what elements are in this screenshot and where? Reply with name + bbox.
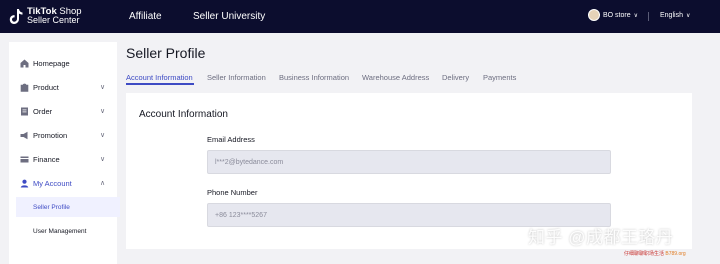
chevron-down-icon: ∨: [633, 12, 639, 19]
email-field[interactable]: l***2@bytedance.com: [207, 150, 611, 174]
tab-business-information[interactable]: Business Information: [279, 73, 349, 82]
product-icon: [20, 83, 29, 92]
watermark-source-orange: B789.org: [665, 251, 686, 257]
email-label: Email Address: [207, 135, 255, 144]
tab-warehouse-address[interactable]: Warehouse Address: [362, 73, 429, 82]
page-title: Seller Profile: [126, 45, 206, 61]
tiktok-shop-logo[interactable]: TikTok Shop Seller Center: [9, 7, 82, 25]
sidebar-item-finance[interactable]: Finance ∨: [9, 149, 117, 169]
tiktok-logo-icon: [9, 8, 23, 24]
watermark-source-red: 仔细聊聊职场生活: [624, 251, 665, 257]
chevron-down-icon: ∨: [100, 156, 106, 163]
sidebar-item-label: Order: [33, 106, 53, 116]
sidebar-item-label: My Account: [33, 178, 72, 188]
top-navigation-bar: TikTok Shop Seller Center Affiliate Sell…: [0, 0, 720, 33]
header-divider: [648, 12, 649, 21]
promotion-icon: [20, 131, 28, 139]
tab-seller-information[interactable]: Seller Information: [207, 73, 266, 82]
card-title: Account Information: [139, 109, 228, 120]
finance-icon: [20, 156, 29, 162]
chevron-down-icon: ∨: [100, 108, 106, 115]
chevron-down-icon: ∨: [100, 84, 106, 91]
active-tab-indicator: [126, 83, 194, 85]
watermark-text: 知乎 @成都王珞丹: [528, 228, 674, 247]
tab-account-information[interactable]: Account Information: [126, 73, 193, 82]
chevron-up-icon: ∧: [100, 180, 106, 187]
watermark-source: 仔细聊聊职场生活 B789.org: [624, 250, 686, 257]
tab-delivery[interactable]: Delivery: [442, 73, 469, 82]
home-icon: [20, 59, 29, 67]
account-icon: [20, 179, 29, 187]
order-icon: [21, 107, 28, 115]
store-switcher[interactable]: BO store ∨: [588, 9, 638, 21]
sidebar-item-label: Finance: [33, 154, 60, 164]
store-name: BO store: [603, 11, 631, 19]
nav-seller-university-link[interactable]: Seller University: [193, 11, 265, 22]
sidebar-item-promotion[interactable]: Promotion ∨: [9, 125, 117, 145]
sidebar-item-label: Product: [33, 82, 59, 92]
email-value: l***2@bytedance.com: [215, 158, 284, 166]
sidebar-subitem-user-management[interactable]: User Management: [16, 221, 120, 241]
sidebar-subitem-seller-profile[interactable]: Seller Profile: [16, 197, 120, 217]
sidebar: Homepage Product ∨ Order ∨ Promotion ∨ F…: [9, 42, 120, 264]
nav-affiliate-link[interactable]: Affiliate: [129, 11, 162, 22]
chevron-down-icon: ∨: [100, 132, 106, 139]
sidebar-item-homepage[interactable]: Homepage: [9, 53, 117, 73]
sidebar-item-product[interactable]: Product ∨: [9, 77, 117, 97]
phone-value: +86 123****5267: [215, 211, 267, 219]
sidebar-item-label: Homepage: [33, 58, 70, 68]
tab-payments[interactable]: Payments: [483, 73, 516, 82]
sidebar-item-order[interactable]: Order ∨: [9, 101, 117, 121]
language-selector[interactable]: English ∨: [660, 12, 690, 19]
chevron-down-icon: ∨: [685, 13, 691, 19]
logo-seller-center-text: Seller Center: [27, 15, 80, 25]
sidebar-item-my-account[interactable]: My Account ∧: [9, 173, 117, 193]
language-label: English: [660, 12, 683, 19]
sidebar-item-label: Promotion: [33, 130, 68, 140]
phone-label: Phone Number: [207, 188, 258, 197]
store-avatar: [588, 9, 600, 21]
